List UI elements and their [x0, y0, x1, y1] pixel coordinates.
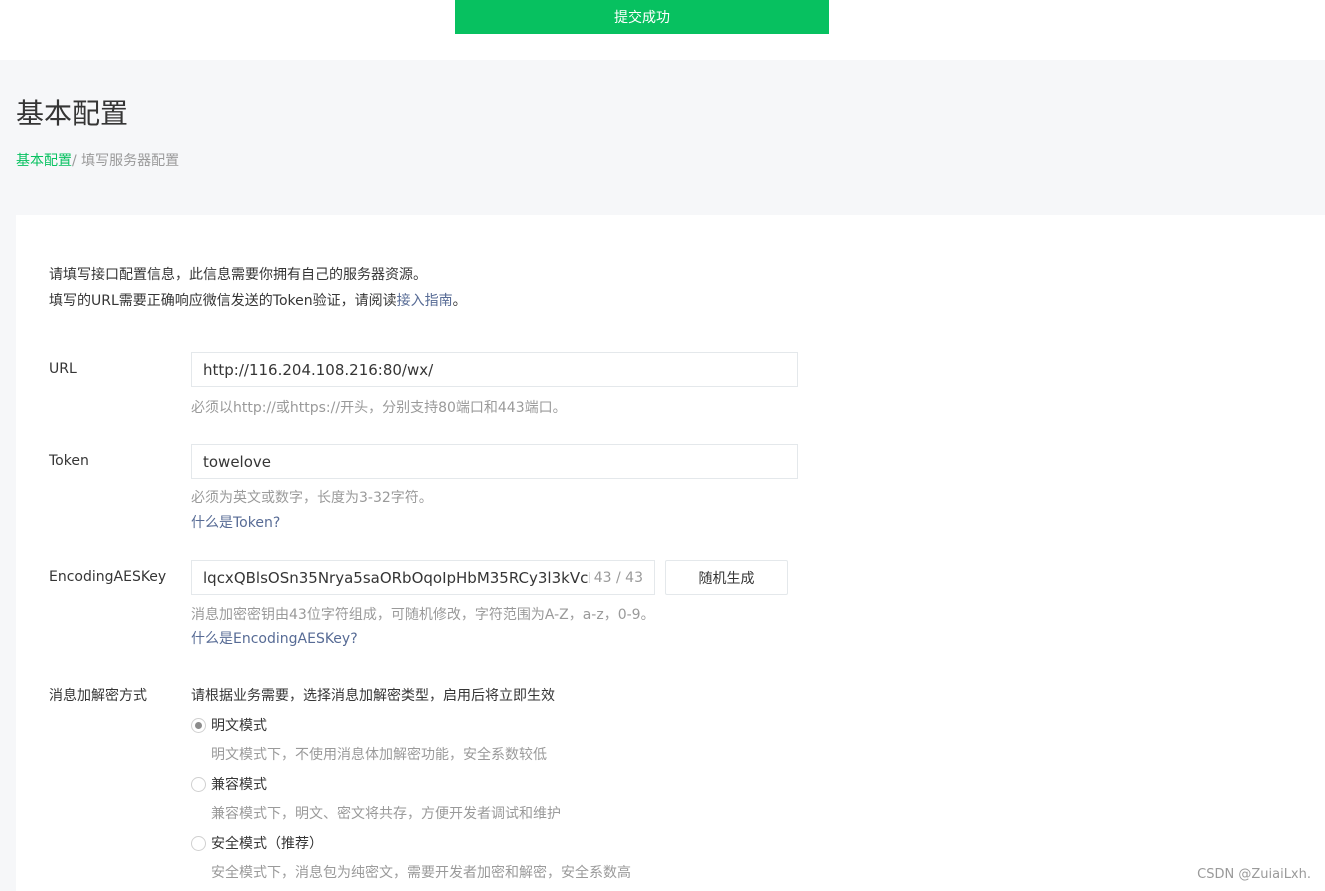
- encryption-mode-description: 请根据业务需要，选择消息加解密类型，启用后将立即生效: [191, 688, 555, 704]
- url-input-value: http://116.204.108.216:80/wx/: [203, 360, 434, 379]
- intro-text: 请填写接口配置信息，此信息需要你拥有自己的服务器资源。 填写的URL需要正确响应…: [49, 262, 467, 314]
- radio-button[interactable]: [191, 776, 206, 792]
- url-label: URL: [49, 361, 77, 377]
- token-label: Token: [49, 453, 89, 469]
- aeskey-input[interactable]: lqcxQBlsOSn35Nrya5saORbOqoIpHbM35RCy3l3k…: [191, 560, 655, 595]
- page-title: 基本配置: [16, 97, 129, 130]
- intro-line-1: 请填写接口配置信息，此信息需要你拥有自己的服务器资源。: [49, 267, 427, 283]
- radio-secure-mode[interactable]: 安全模式（推荐）: [191, 833, 323, 853]
- watermark: CSDN @ZuiaiLxh.: [1197, 867, 1311, 882]
- radio-button-checked[interactable]: [191, 717, 206, 733]
- radio-description: 明文模式下，不使用消息体加解密功能，安全系数较低: [211, 747, 547, 763]
- token-input[interactable]: towelove: [191, 444, 798, 479]
- what-is-aeskey-link[interactable]: 什么是EncodingAESKey?: [191, 628, 358, 648]
- url-hint: 必须以http://或https://开头，分别支持80端口和443端口。: [191, 400, 567, 416]
- radio-button[interactable]: [191, 835, 206, 851]
- success-toast: 提交成功: [455, 0, 829, 34]
- radio-plaintext-mode[interactable]: 明文模式: [191, 715, 267, 735]
- radio-label: 安全模式（推荐）: [211, 836, 323, 852]
- radio-description: 兼容模式下，明文、密文将共存，方便开发者调试和维护: [211, 806, 561, 822]
- access-guide-link[interactable]: 接入指南: [397, 293, 453, 309]
- breadcrumb-current: 填写服务器配置: [76, 153, 180, 169]
- url-input[interactable]: http://116.204.108.216:80/wx/: [191, 352, 798, 387]
- radio-label: 明文模式: [211, 718, 267, 734]
- intro-line-2: 填写的URL需要正确响应微信发送的Token验证，请阅读接入指南。: [49, 288, 467, 314]
- aeskey-hint: 消息加密密钥由43位字符组成，可随机修改，字符范围为A-Z，a-z，0-9。: [191, 607, 655, 623]
- breadcrumb-link-basic-config[interactable]: 基本配置: [16, 153, 72, 169]
- intro-line-2-prefix: 填写的URL需要正确响应微信发送的Token验证，请阅读: [49, 293, 397, 309]
- token-input-value: towelove: [203, 452, 272, 471]
- aeskey-char-counter: 43 / 43: [593, 569, 643, 586]
- radio-label: 兼容模式: [211, 777, 267, 793]
- radio-compatible-mode[interactable]: 兼容模式: [191, 774, 267, 794]
- toast-container: 提交成功: [0, 0, 1325, 60]
- aeskey-label: EncodingAESKey: [49, 569, 167, 585]
- encryption-mode-label: 消息加解密方式: [49, 688, 147, 704]
- breadcrumb: 基本配置/ 填写服务器配置: [16, 150, 179, 170]
- token-hint: 必须为英文或数字，长度为3-32字符。: [191, 490, 433, 506]
- random-generate-button[interactable]: 随机生成: [665, 560, 788, 595]
- radio-description: 安全模式下，消息包为纯密文，需要开发者加密和解密，安全系数高: [211, 865, 631, 881]
- what-is-token-link[interactable]: 什么是Token?: [191, 512, 280, 532]
- aeskey-input-value: lqcxQBlsOSn35Nrya5saORbOqoIpHbM35RCy3l3k…: [203, 568, 590, 587]
- intro-line-2-suffix: 。: [452, 293, 467, 309]
